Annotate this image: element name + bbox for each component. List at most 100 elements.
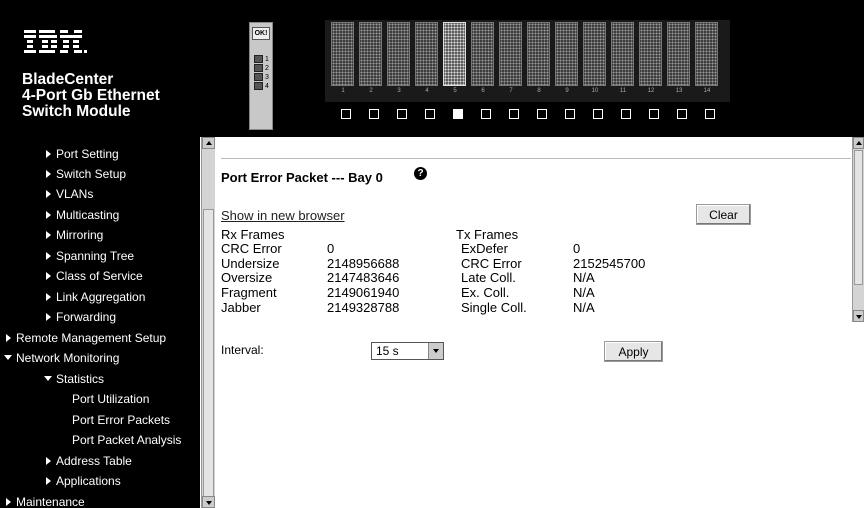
triangle-right-icon: [6, 334, 11, 342]
sidebar-item-label: Port Setting: [56, 147, 119, 161]
bay-select-3[interactable]: [397, 109, 407, 119]
interval-select[interactable]: 15 s: [371, 342, 444, 360]
bay-number: 4: [425, 88, 429, 94]
scroll-down-button[interactable]: [202, 496, 215, 508]
bay-slot-14: [695, 22, 718, 86]
bay-slot-5: [443, 22, 466, 86]
sidebar-item-applications[interactable]: Applications: [46, 473, 121, 489]
scroll-up-button[interactable]: [853, 137, 864, 149]
tx-value: 0: [573, 241, 581, 256]
arrow-up-icon: [855, 141, 862, 145]
tx-value: N/A: [573, 300, 595, 315]
tx-value: N/A: [573, 270, 595, 285]
bay-number: 12: [647, 88, 655, 94]
bay-number: 5: [453, 88, 457, 94]
arrow-down-icon: [855, 315, 862, 319]
tx-value: 2152545700: [573, 256, 646, 271]
scroll-thumb[interactable]: [203, 209, 214, 499]
sidebar-item-statistics[interactable]: Statistics: [44, 371, 104, 387]
scroll-down-button[interactable]: [853, 310, 864, 322]
module-port-1: [254, 55, 263, 63]
sidebar-item-maintenance[interactable]: Maintenance: [6, 494, 85, 508]
sidebar-item-class-of-service[interactable]: Class of Service: [46, 268, 143, 284]
brand-line-3: Switch Module: [22, 103, 131, 120]
bay-number: 2: [369, 88, 373, 94]
bay-select-8[interactable]: [537, 109, 547, 119]
sidebar-item-vlans[interactable]: VLANs: [46, 186, 93, 202]
rx-value: 0: [327, 241, 335, 256]
sidebar-item-port-error-packets[interactable]: Port Error Packets: [72, 412, 170, 428]
bay-number: 10: [591, 88, 599, 94]
bay-select-11[interactable]: [621, 109, 631, 119]
chevron-down-icon[interactable]: [428, 343, 443, 359]
sidebar-item-label: Mirroring: [56, 228, 104, 242]
module-port-label: 4: [265, 83, 269, 90]
triangle-right-icon: [46, 170, 51, 178]
sidebar-item-mirroring[interactable]: Mirroring: [46, 227, 103, 243]
sidebar-scrollbar[interactable]: [201, 137, 215, 508]
triangle-right-icon: [46, 477, 51, 485]
bay-select-13[interactable]: [677, 109, 687, 119]
triangle-right-icon: [46, 211, 51, 219]
bay-slot-10: [583, 22, 606, 86]
bay-select-7[interactable]: [509, 109, 519, 119]
sidebar-item-port-packet-analysis[interactable]: Port Packet Analysis: [72, 432, 181, 448]
bay-slot-9: [555, 22, 578, 86]
bay-select-2[interactable]: [369, 109, 379, 119]
tx-label: Single Coll.: [461, 300, 527, 315]
sidebar-item-label: Applications: [56, 474, 121, 488]
bay-select-4[interactable]: [425, 109, 435, 119]
header-banner: BladeCenter 4-Port Gb Ethernet Switch Mo…: [0, 0, 864, 137]
scroll-up-button[interactable]: [202, 137, 215, 149]
bay-select-9[interactable]: [565, 109, 575, 119]
bay-select-1[interactable]: [341, 109, 351, 119]
bay-slot-2: [359, 22, 382, 86]
sidebar-item-label: Port Utilization: [72, 392, 150, 406]
bay-number: 8: [537, 88, 541, 94]
tx-label: Late Coll.: [461, 270, 516, 285]
bay-number: 9: [565, 88, 569, 94]
sidebar-item-label: Multicasting: [56, 208, 120, 222]
interval-selected-value: 15 s: [376, 344, 399, 358]
interval-label: Interval:: [221, 343, 264, 357]
sidebar-item-label: Switch Setup: [56, 167, 127, 181]
sidebar-item-link-aggregation[interactable]: Link Aggregation: [46, 289, 145, 305]
bay-slot-6: [471, 22, 494, 86]
rx-value: 2149061940: [327, 285, 400, 300]
sidebar-item-remote-management-setup[interactable]: Remote Management Setup: [6, 330, 166, 346]
sidebar-item-address-table[interactable]: Address Table: [46, 453, 132, 469]
tx-label: ExDefer: [461, 241, 508, 256]
sidebar-item-port-utilization[interactable]: Port Utilization: [72, 391, 149, 407]
sidebar-item-clipped: · · · ·: [44, 137, 66, 144]
bay-number: 14: [703, 88, 711, 94]
bay-slot-3: [387, 22, 410, 86]
sidebar-item-multicasting[interactable]: Multicasting: [46, 207, 119, 223]
triangle-right-icon: [46, 293, 51, 301]
clear-button[interactable]: Clear: [696, 204, 751, 225]
tx-frames-header: Tx Frames: [456, 227, 519, 242]
bay-select-14[interactable]: [705, 109, 715, 119]
sidebar-item-label: VLANs: [56, 187, 94, 201]
bay-slot-7: [499, 22, 522, 86]
bay-select-6[interactable]: [481, 109, 491, 119]
triangle-right-icon: [46, 252, 51, 260]
content-scrollbar[interactable]: [852, 137, 864, 322]
rx-value: 2148956688: [327, 256, 400, 271]
bay-select-10[interactable]: [593, 109, 603, 119]
apply-button[interactable]: Apply: [604, 341, 663, 362]
show-in-new-browser-link[interactable]: Show in new browser: [221, 208, 345, 223]
chassis-graphic: 1 2 3 4 5 6 7 8 9 10 11 12 13 14: [325, 20, 730, 102]
sidebar-item-switch-setup[interactable]: Switch Setup: [46, 166, 126, 182]
sidebar-item-network-monitoring[interactable]: Network Monitoring: [4, 350, 119, 366]
brand-line-2: 4-Port Gb Ethernet: [22, 87, 160, 104]
arrow-up-icon: [205, 141, 212, 145]
sidebar-item-forwarding[interactable]: Forwarding: [46, 309, 116, 325]
bay-select-12[interactable]: [649, 109, 659, 119]
help-icon[interactable]: ?: [414, 167, 427, 180]
sidebar-item-spanning-tree[interactable]: Spanning Tree: [46, 248, 134, 264]
bay-select-5[interactable]: [453, 109, 463, 119]
sidebar-item-label: Class of Service: [56, 269, 143, 283]
ok-status-label: OK!: [252, 27, 270, 40]
sidebar-item-port-setting[interactable]: Port Setting: [46, 146, 119, 162]
scroll-thumb[interactable]: [854, 150, 863, 285]
